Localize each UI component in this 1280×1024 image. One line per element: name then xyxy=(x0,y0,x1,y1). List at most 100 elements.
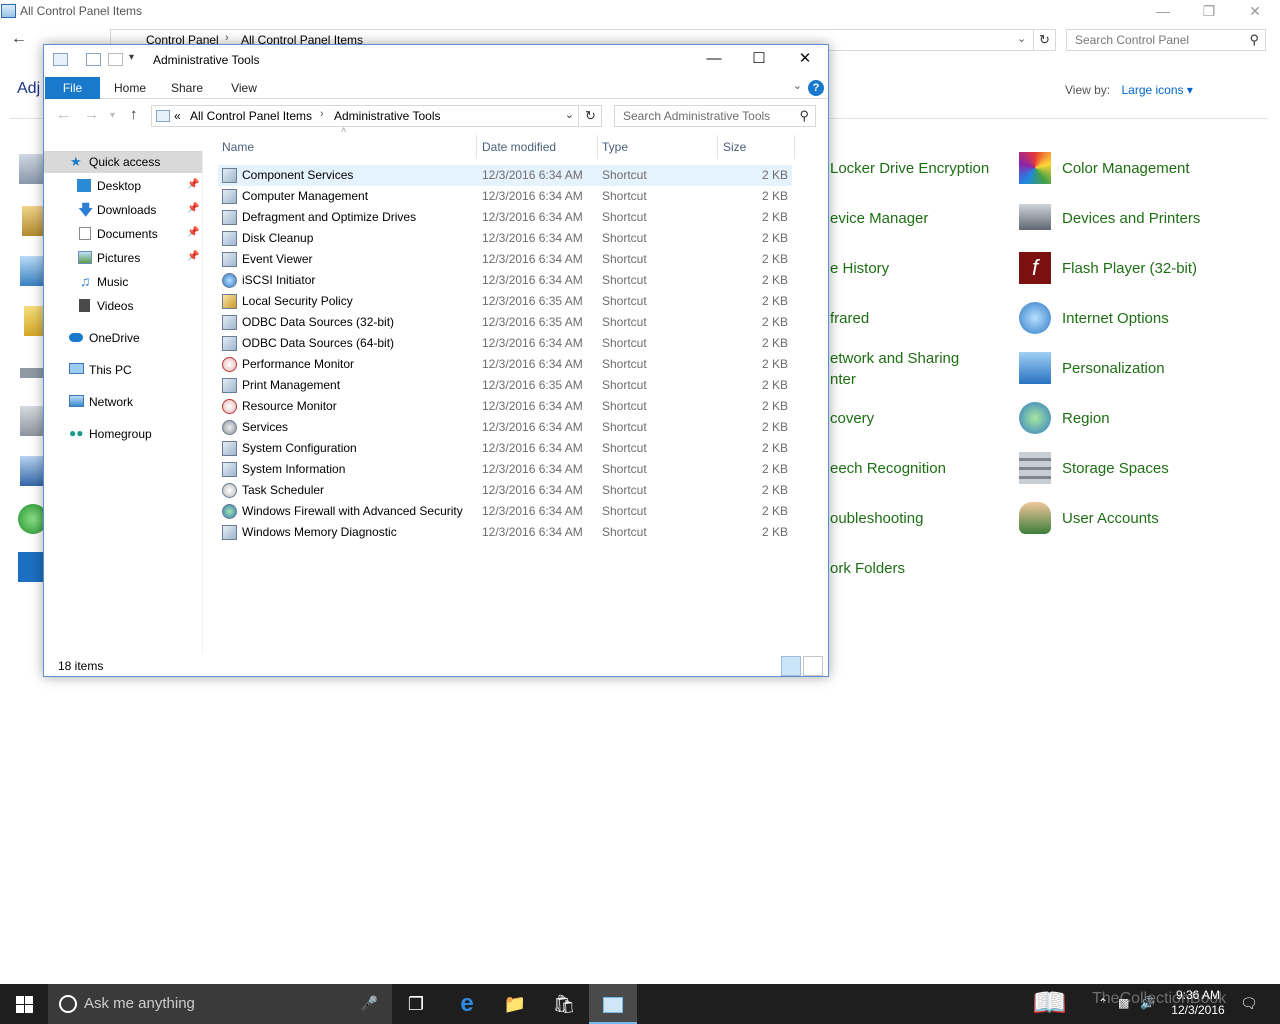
cp-item-network-sharing-line2[interactable]: nter xyxy=(830,369,856,390)
file-row[interactable]: Performance Monitor 12/3/2016 6:34 AM Shor… xyxy=(218,354,792,375)
column-separator[interactable] xyxy=(597,135,598,159)
details-view-icon[interactable] xyxy=(781,656,801,676)
sidebar-item-homegroup[interactable]: ●● Homegroup xyxy=(44,423,202,445)
cp-item-work-folders[interactable]: ork Folders xyxy=(830,558,905,579)
file-row[interactable]: Defragment and Optimize Drives 12/3/2016 … xyxy=(218,207,792,228)
personalization-icon[interactable] xyxy=(1019,352,1051,384)
file-row[interactable]: Local Security Policy 12/3/2016 6:35 AM Sh… xyxy=(218,291,792,312)
cortana-search-box[interactable]: Ask me anything 🎤 xyxy=(48,984,392,1024)
cp-item-user-accounts[interactable]: User Accounts xyxy=(1062,508,1159,529)
pane-splitter[interactable] xyxy=(202,149,203,654)
sidebar-item-quick-access[interactable]: ★ Quick access xyxy=(44,151,202,173)
cp-breadcrumb-chevron-icon[interactable]: › xyxy=(225,32,229,44)
breadcrumb-admin-tools[interactable]: Administrative Tools xyxy=(334,109,441,123)
recent-locations-icon[interactable]: ▾ xyxy=(110,110,115,121)
address-bar[interactable]: « All Control Panel Items › Administrati… xyxy=(151,105,579,127)
qat-dropdown-icon[interactable]: ▾ xyxy=(129,52,134,63)
properties-icon[interactable] xyxy=(86,53,101,66)
cp-search-input[interactable]: Search Control Panel ⚲ xyxy=(1066,29,1266,51)
file-row[interactable]: Windows Memory Diagnostic 12/3/2016 6:34 … xyxy=(218,522,792,543)
cp-item-region[interactable]: Region xyxy=(1062,408,1110,429)
admin-tools-icon[interactable] xyxy=(19,154,45,184)
column-separator[interactable] xyxy=(794,135,795,159)
help-icon[interactable]: ? xyxy=(808,80,824,96)
file-row[interactable]: Print Management 12/3/2016 6:35 AM Shortcu… xyxy=(218,375,792,396)
file-row[interactable]: Disk Cleanup 12/3/2016 6:34 AM Shortcut 2 K… xyxy=(218,228,792,249)
file-row[interactable]: iSCSI Initiator 12/3/2016 6:34 AM Shortcut… xyxy=(218,270,792,291)
address-dropdown-icon[interactable]: ⌄ xyxy=(565,108,574,121)
sidebar-item-videos[interactable]: Videos xyxy=(44,295,202,317)
cp-minimize-button[interactable]: — xyxy=(1140,0,1186,24)
file-row[interactable]: ODBC Data Sources (64-bit) 12/3/2016 6:34… xyxy=(218,333,792,354)
pin-icon[interactable]: 📌 xyxy=(187,227,199,238)
pin-icon[interactable]: 📌 xyxy=(187,203,199,214)
sidebar-item-this-pc[interactable]: This PC xyxy=(44,359,202,381)
file-row[interactable]: Event Viewer 12/3/2016 6:34 AM Shortcut 2 K… xyxy=(218,249,792,270)
sidebar-item-downloads[interactable]: 🡇 Downloads 📌 xyxy=(44,199,202,221)
color-management-icon[interactable] xyxy=(1019,152,1051,184)
breadcrumb-all-items[interactable]: All Control Panel Items xyxy=(190,109,312,123)
file-row[interactable]: System Information 12/3/2016 6:34 AM Short… xyxy=(218,459,792,480)
column-header-type[interactable]: Type xyxy=(602,133,628,161)
file-row[interactable]: Windows Firewall with Advanced Security 1… xyxy=(218,501,792,522)
search-input[interactable]: Search Administrative Tools ⚲ xyxy=(614,105,816,127)
column-header-size[interactable]: Size xyxy=(723,133,746,161)
forward-icon[interactable]: → xyxy=(84,106,99,123)
cp-view-by-dropdown[interactable]: Large icons ▾ xyxy=(1121,83,1192,97)
sidebar-item-onedrive[interactable]: OneDrive xyxy=(44,327,202,349)
flash-icon[interactable]: f xyxy=(1019,252,1051,284)
sidebar-item-desktop[interactable]: Desktop 📌 xyxy=(44,175,202,197)
show-hidden-icons[interactable]: ⌃ xyxy=(1098,996,1108,1012)
cp-item-recovery[interactable]: covery xyxy=(830,408,874,429)
cp-refresh-icon[interactable]: ↻ xyxy=(1034,29,1056,51)
windows-defender-icon[interactable] xyxy=(18,552,46,582)
cp-item-personalization[interactable]: Personalization xyxy=(1062,358,1165,379)
cp-item-bitlocker[interactable]: Locker Drive Encryption xyxy=(830,158,989,179)
new-folder-icon[interactable] xyxy=(108,53,123,66)
file-row[interactable]: ODBC Data Sources (32-bit) 12/3/2016 6:35… xyxy=(218,312,792,333)
users-icon[interactable] xyxy=(1019,502,1051,534)
column-separator[interactable] xyxy=(476,135,477,159)
tab-home[interactable]: Home xyxy=(108,77,152,99)
refresh-icon[interactable]: ↻ xyxy=(580,105,602,127)
tab-file[interactable]: File xyxy=(45,77,100,99)
cp-item-infrared[interactable]: frared xyxy=(830,308,869,329)
start-button[interactable] xyxy=(0,984,48,1024)
cp-item-storage-spaces[interactable]: Storage Spaces xyxy=(1062,458,1169,479)
file-row[interactable]: Component Services 12/3/2016 6:34 AM Short… xyxy=(218,165,792,186)
maximize-button[interactable]: ☐ xyxy=(736,45,782,75)
cp-item-network-sharing[interactable]: etwork and Sharing xyxy=(830,348,959,369)
cp-address-dropdown-icon[interactable]: ⌄ xyxy=(1017,32,1026,45)
large-icons-view-icon[interactable] xyxy=(803,656,823,676)
pin-icon[interactable]: 📌 xyxy=(187,251,199,262)
task-view-icon[interactable]: ❐ xyxy=(392,984,440,1024)
column-header-name[interactable]: Name xyxy=(222,133,254,161)
close-button[interactable]: ✕ xyxy=(782,45,828,75)
tab-share[interactable]: Share xyxy=(164,77,210,99)
printer-icon[interactable] xyxy=(1019,204,1051,230)
file-row[interactable]: Resource Monitor 12/3/2016 6:34 AM Shortcu… xyxy=(218,396,792,417)
expand-ribbon-icon[interactable]: ⌄ xyxy=(793,79,802,92)
up-icon[interactable]: ↑ xyxy=(130,106,138,123)
sidebar-item-network[interactable]: Network xyxy=(44,391,202,413)
cp-item-color-management[interactable]: Color Management xyxy=(1062,158,1190,179)
storage-icon[interactable] xyxy=(1019,452,1051,484)
cp-item-troubleshooting[interactable]: oubleshooting xyxy=(830,508,923,529)
cp-item-internet-options[interactable]: Internet Options xyxy=(1062,308,1169,329)
cp-item-device-manager[interactable]: evice Manager xyxy=(830,208,928,229)
cp-back-icon[interactable]: ← xyxy=(11,30,27,48)
network-tray-icon[interactable]: ▩ xyxy=(1118,996,1129,1012)
system-clock[interactable]: 9:36 AM 12/3/2016 xyxy=(1168,988,1228,1018)
edge-icon[interactable]: e xyxy=(443,984,491,1024)
cp-close-button[interactable]: ✕ xyxy=(1232,0,1278,24)
sidebar-item-documents[interactable]: Documents 📌 xyxy=(44,223,202,245)
internet-options-icon[interactable] xyxy=(1019,302,1051,334)
store-icon[interactable]: 🛍 xyxy=(540,984,588,1024)
cp-item-devices-printers[interactable]: Devices and Printers xyxy=(1062,208,1200,229)
microphone-icon[interactable]: 🎤 xyxy=(361,995,378,1012)
volume-icon[interactable]: 🔊 xyxy=(1140,996,1155,1012)
file-explorer-icon[interactable]: 📁 xyxy=(491,984,539,1024)
control-panel-taskbar-icon[interactable] xyxy=(589,984,637,1024)
cp-item-file-history[interactable]: e History xyxy=(830,258,889,279)
cp-restore-button[interactable]: ❐ xyxy=(1186,0,1232,24)
